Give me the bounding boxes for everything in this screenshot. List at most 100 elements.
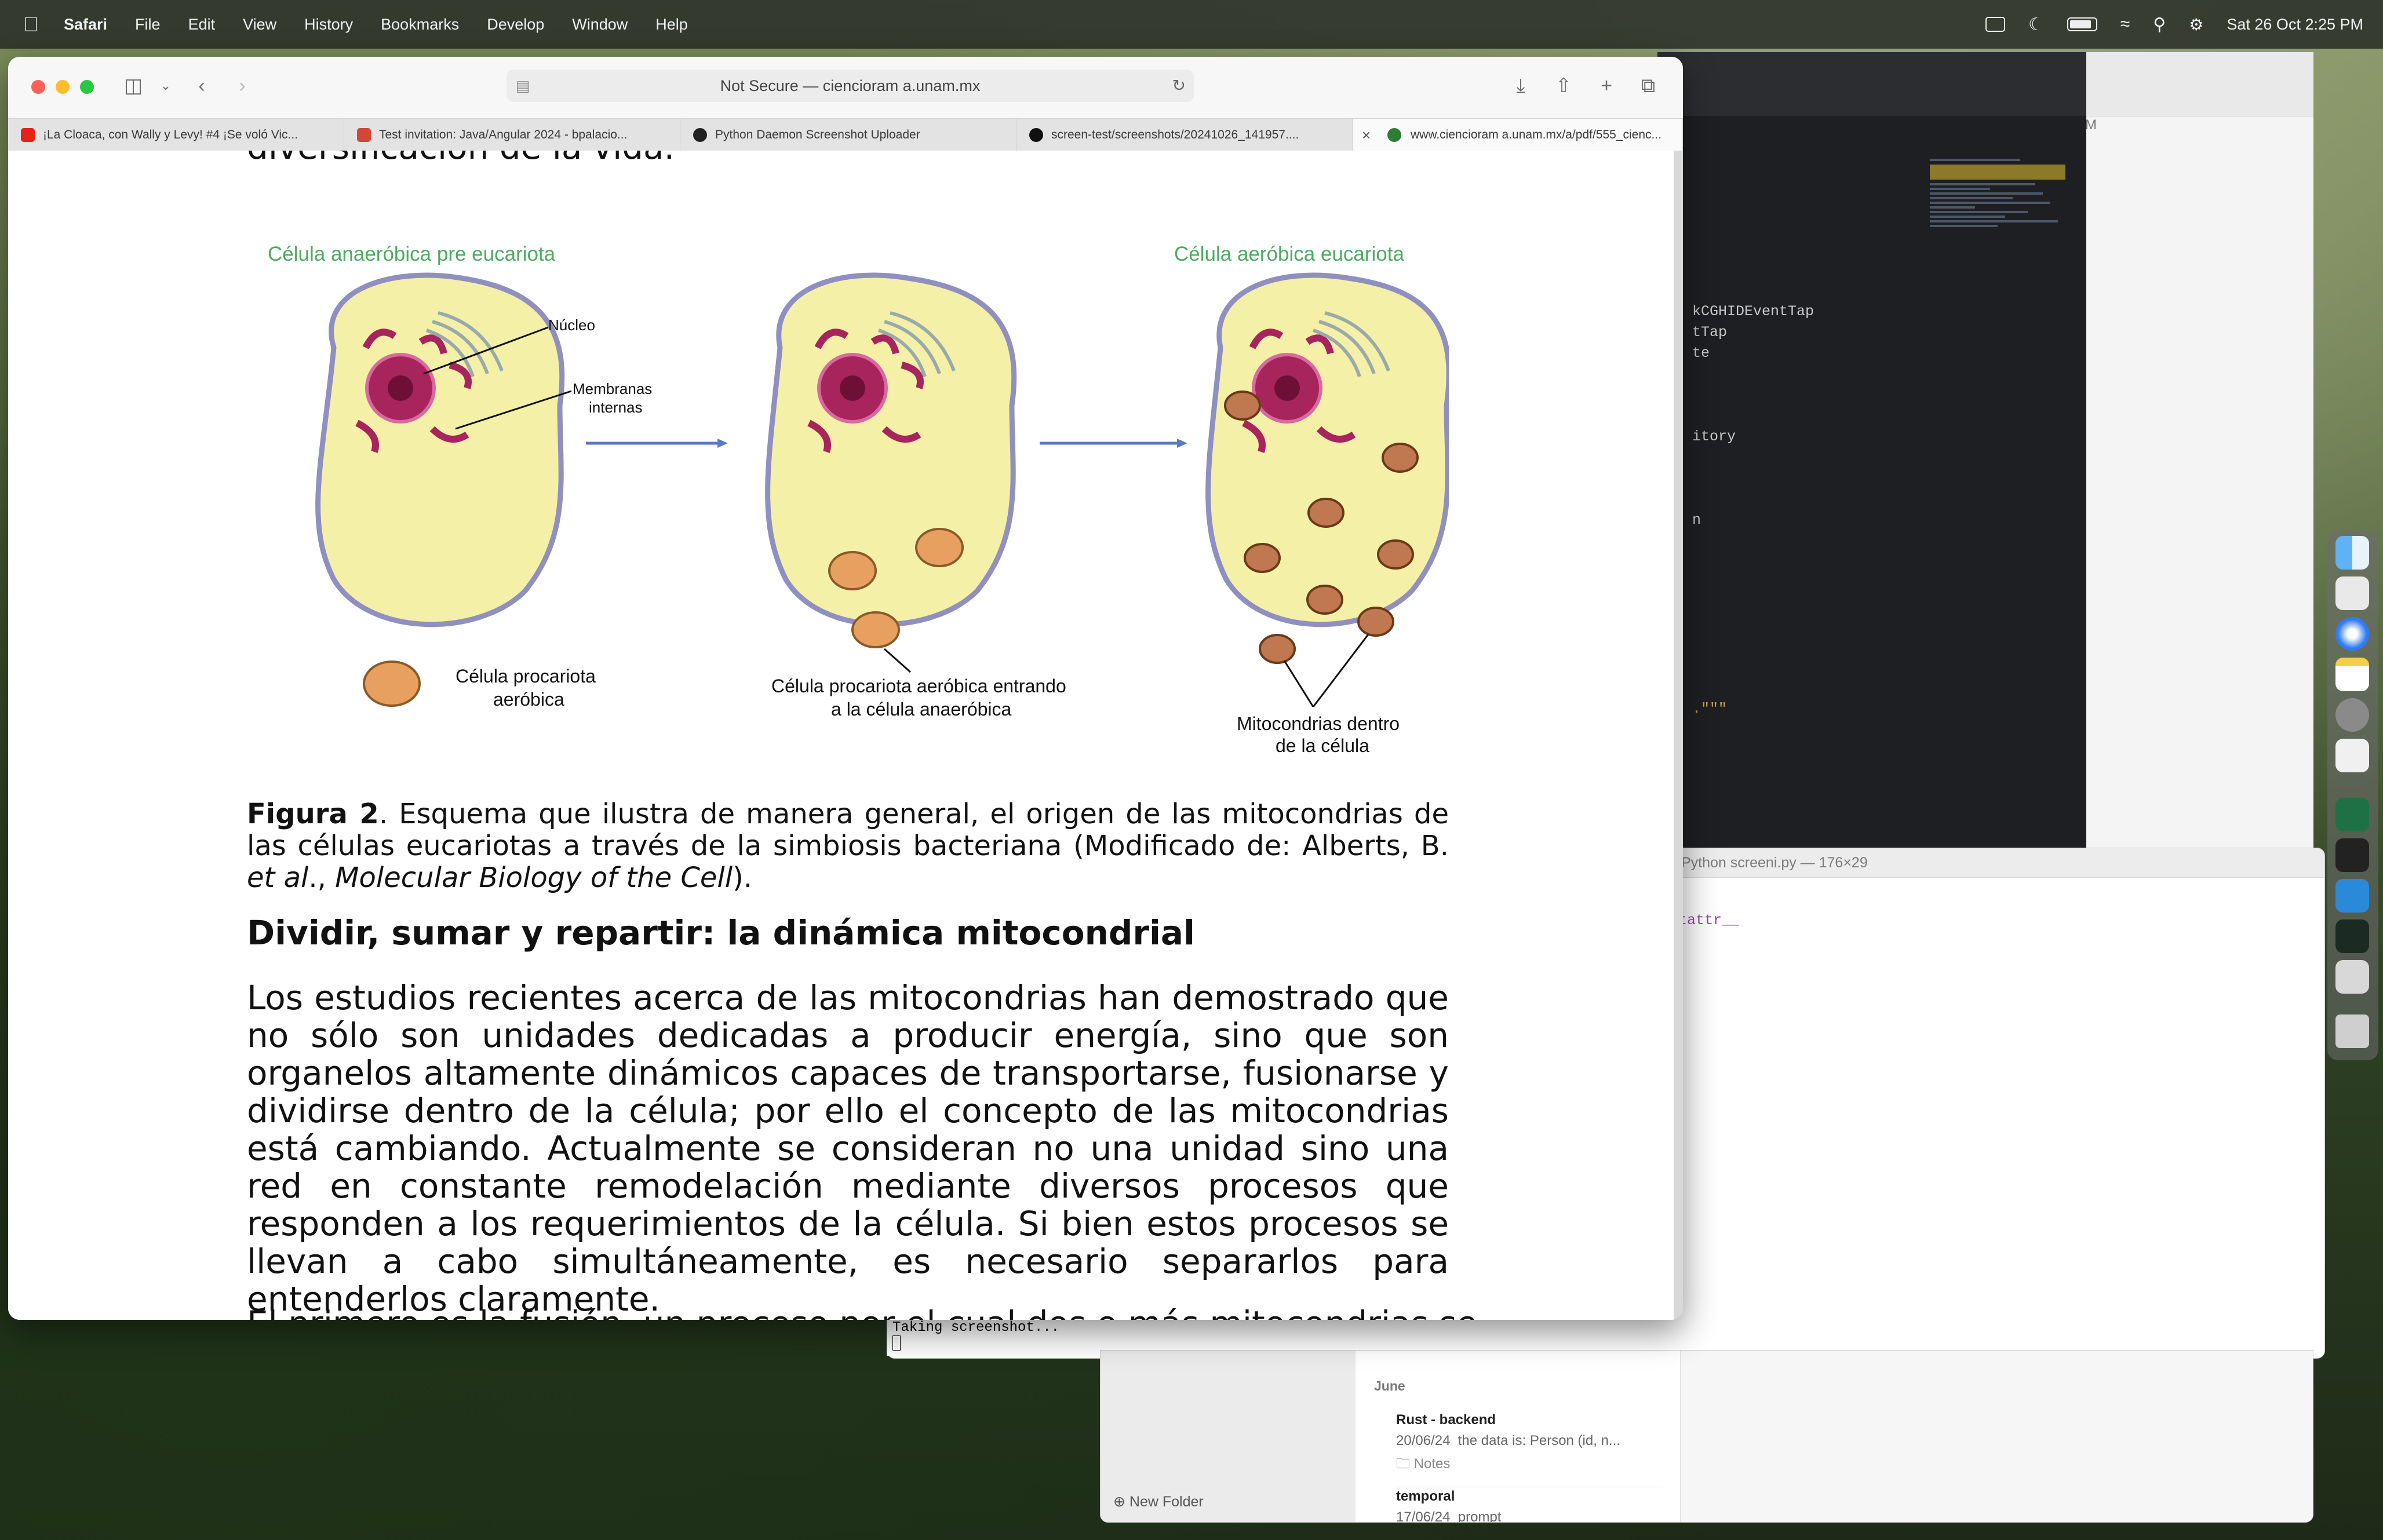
close-window-button[interactable] (31, 80, 45, 94)
minimize-window-button[interactable] (56, 80, 70, 94)
notes-list: June Rust - backend 20/06/24 the data is… (1356, 1351, 1681, 1522)
code-editor-window[interactable]: kCGHIDEventTap tTap te itory n .""" (1657, 52, 2086, 852)
script-editor-icon[interactable] (2335, 960, 2369, 994)
editor-toolbar (1657, 52, 2086, 116)
menu-view[interactable]: View (243, 16, 276, 34)
new-tab-icon[interactable]: + (1595, 74, 1618, 97)
menu-edit[interactable]: Edit (188, 16, 216, 34)
share-icon[interactable]: ⇧ (1552, 74, 1575, 97)
note-item[interactable]: temporal 17/06/24 prompt (1396, 1488, 1663, 1523)
code-line: tTap (1692, 324, 1728, 341)
cell-with-entering-prokaryote (765, 272, 1017, 648)
vertical-scrollbar[interactable] (1674, 151, 1683, 1320)
label-mitochondria-2: de la célula (1276, 735, 1369, 753)
prokaryote-cell (363, 660, 421, 707)
finder-icon[interactable] (2335, 536, 2369, 570)
tab-cienciorama[interactable]: × www.ciencioram a.unam.mx/a/pdf/555_cie… (1353, 119, 1683, 151)
menu-app-name[interactable]: Safari (64, 16, 107, 34)
label-mitochondria-1: Mitocondrias dentro (1237, 713, 1400, 734)
tab-bar: ¡La Cloaca, con Wally y Levy! #4 ¡Se vol… (8, 118, 1683, 152)
forward-icon[interactable]: › (231, 74, 254, 97)
terminal-cursor (892, 1335, 901, 1351)
safari-toolbar: ◫ ⌄ ‹ › ▤ Not Secure — ciencioram a.unam… (8, 57, 1683, 118)
spotlight-search-icon[interactable]: ⚲ (2153, 14, 2166, 35)
note-item[interactable]: Rust - backend 20/06/24 the data is: Per… (1396, 1412, 1663, 1487)
caption-label: Figura 2 (247, 798, 379, 830)
notes-window[interactable]: ⊕ New Folder June Rust - backend 20/06/2… (1100, 1350, 2313, 1523)
caption-italic-2: Molecular Biology of the Cell (335, 862, 733, 894)
note-meta: 17/06/24 prompt (1396, 1509, 1663, 1523)
note-preview: prompt (1458, 1509, 1502, 1523)
apple-menu-icon[interactable]:  (23, 13, 43, 36)
zoom-window-button[interactable] (80, 80, 94, 94)
editor-minimap[interactable] (1930, 156, 2080, 377)
note-preview: the data is: Person (id, n... (1458, 1433, 1620, 1448)
activity-monitor-icon[interactable] (2335, 919, 2369, 953)
battery-icon[interactable] (2067, 17, 2097, 31)
chevron-down-icon[interactable]: ⌄ (154, 74, 177, 97)
focus-moon-icon[interactable]: ☾ (2028, 14, 2044, 35)
aerobic-eukaryote-cell (1205, 272, 1449, 664)
excel-icon[interactable] (2335, 798, 2369, 831)
label-membranes-2: internas (589, 399, 643, 416)
pdf-app-icon[interactable] (2335, 739, 2369, 772)
tab-overview-icon[interactable]: ⧉ (1637, 74, 1660, 97)
trash-icon[interactable] (2335, 1014, 2369, 1048)
caption-text-3: ). (733, 862, 753, 894)
control-center-icon[interactable]: ⚙ (2189, 15, 2203, 34)
notes-sidebar: ⊕ New Folder (1101, 1351, 1356, 1522)
tab-label: ¡La Cloaca, con Wally y Levy! #4 ¡Se vol… (43, 128, 298, 141)
pdf-viewer[interactable]: diversificación de la vida. Célula anaer… (8, 151, 1677, 1320)
label-membranes-1: Membranas (573, 380, 652, 397)
menu-history[interactable]: History (304, 16, 353, 34)
youtube-icon (21, 128, 35, 142)
note-folder: 🗀 Notes (1396, 1456, 1451, 1472)
figure-label-right: Célula aeróbica eucariota (1174, 243, 1404, 265)
safari-window[interactable]: ◫ ⌄ ‹ › ▤ Not Secure — ciencioram a.unam… (8, 57, 1683, 1320)
figure-caption: Figura 2. Esquema que ilustra de manera … (247, 798, 1449, 894)
figure-label-left: Célula anaeróbica pre eucariota (268, 243, 556, 265)
menu-help[interactable]: Help (655, 16, 688, 34)
notes-month-header: June (1374, 1378, 1405, 1393)
code-line: itory (1692, 428, 1736, 445)
arrow-1-head (717, 439, 728, 448)
menu-file[interactable]: File (135, 16, 161, 34)
tab-label: Test invitation: Java/Angular 2024 - bpa… (379, 128, 628, 141)
note-folder-label: Notes (1413, 1456, 1451, 1472)
terminal-output-line: Taking screenshot... (892, 1320, 1060, 1335)
note-date: 17/06/24 (1396, 1509, 1451, 1523)
back-icon[interactable]: ‹ (190, 74, 213, 97)
reload-icon[interactable]: ↻ (1172, 70, 1186, 102)
note-title: temporal (1396, 1488, 1455, 1504)
code-line: kCGHIDEventTap (1692, 303, 1814, 320)
tab-youtube[interactable]: ¡La Cloaca, con Wally y Levy! #4 ¡Se vol… (8, 119, 344, 151)
tab-github[interactable]: screen-test/screenshots/20241026_141957.… (1016, 119, 1353, 151)
new-folder-button[interactable]: ⊕ New Folder (1113, 1493, 1204, 1510)
address-bar[interactable]: ▤ Not Secure — ciencioram a.unam.mx ↻ (507, 70, 1194, 102)
terminal-icon[interactable] (2335, 838, 2369, 872)
launchpad-icon[interactable] (2335, 576, 2369, 610)
github-icon (1029, 128, 1043, 142)
keyboard-icon[interactable] (1985, 17, 2005, 32)
caption-text-1: . Esquema que ilustra de manera general,… (247, 798, 1449, 862)
tab-chatgpt[interactable]: Python Daemon Screenshot Uploader (680, 119, 1016, 151)
menu-develop[interactable]: Develop (487, 16, 544, 34)
menu-bookmarks[interactable]: Bookmarks (381, 16, 459, 34)
wifi-icon[interactable]: ≈ (2120, 14, 2130, 34)
vscode-icon[interactable] (2335, 879, 2369, 913)
status-area: ☾ ≈ ⚲ ⚙ Sat 26 Oct 2:25 PM (1985, 0, 2363, 49)
close-tab-icon[interactable]: × (1362, 119, 1371, 151)
sidebar-toggle-icon[interactable]: ◫ (122, 74, 145, 97)
downloads-icon[interactable]: ⤓ (1509, 74, 1532, 97)
menu-window[interactable]: Window (572, 16, 628, 34)
tab-gmail[interactable]: Test invitation: Java/Angular 2024 - bpa… (344, 119, 680, 151)
body-paragraph: Los estudios recientes acerca de las mit… (247, 978, 1449, 1319)
safari-icon[interactable] (2335, 617, 2369, 651)
menu-clock[interactable]: Sat 26 Oct 2:25 PM (2227, 16, 2363, 34)
notes-icon[interactable] (2335, 658, 2369, 691)
pointer-line (884, 648, 911, 673)
page-settings-icon[interactable]: ▤ (516, 70, 530, 102)
system-settings-icon[interactable] (2335, 698, 2369, 732)
anaerobic-cell (315, 272, 565, 627)
editor-code[interactable]: kCGHIDEventTap tTap te itory n .""" (1692, 301, 1814, 720)
